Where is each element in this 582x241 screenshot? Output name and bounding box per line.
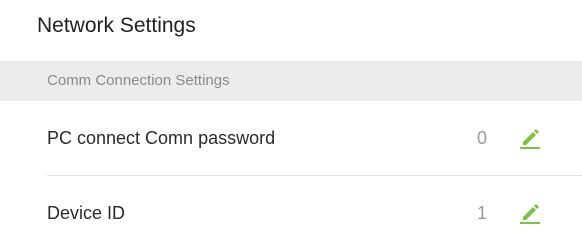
pencil-edit-icon[interactable] (517, 199, 543, 225)
network-settings-page: Network Settings Comm Connection Setting… (0, 0, 582, 241)
setting-row-pc-password[interactable]: PC connect Comn password 0 (0, 103, 582, 175)
section-label: Comm Connection Settings (47, 72, 230, 89)
setting-label: PC connect Comn password (47, 128, 276, 148)
setting-value: 1 (476, 203, 487, 223)
page-title: Network Settings (37, 14, 196, 37)
section-header: Comm Connection Settings (0, 61, 582, 101)
pencil-edit-icon[interactable] (517, 124, 543, 150)
setting-label: Device ID (47, 203, 126, 223)
setting-value: 0 (476, 128, 487, 148)
setting-row-device-id[interactable]: Device ID 1 (0, 176, 582, 241)
